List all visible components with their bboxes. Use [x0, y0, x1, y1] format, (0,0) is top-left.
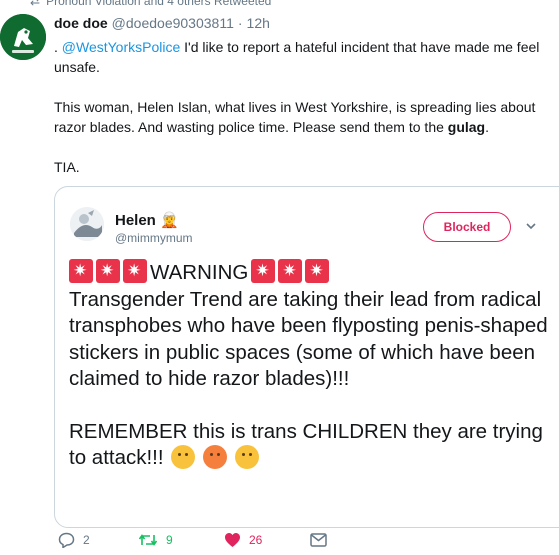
warning-line: WARNING [69, 259, 559, 287]
quoted-name-text: Helen [115, 212, 156, 229]
bold-word: gulag [447, 119, 486, 135]
retweet-icon: ⇄ [30, 0, 41, 8]
tweet-text: . @WestYorksPolice I'd like to report a … [54, 37, 559, 197]
angry-face-icon [202, 445, 227, 469]
siren-icon [278, 259, 303, 283]
tweet-paragraph-2: This woman, Helen Islan, what lives in W… [54, 97, 559, 137]
timestamp[interactable]: 12h [247, 15, 270, 31]
chevron-down-icon[interactable] [525, 220, 537, 232]
retweet-context: ⇄ Pronoun Violation and 4 others Retweet… [30, 0, 271, 8]
warning-text: WARNING [150, 261, 249, 284]
reply-count: 2 [83, 533, 90, 547]
quoted-text: WARNING Transgender Trend are taking the… [69, 259, 559, 472]
heart-icon [225, 533, 240, 547]
quoted-avatar-icon [70, 207, 104, 241]
quoted-display-name[interactable]: Helen 🧝 [115, 211, 179, 229]
quoted-avatar[interactable] [70, 207, 104, 241]
reply-icon [58, 532, 75, 548]
retweet-icon [138, 534, 158, 546]
siren-icon [305, 259, 330, 283]
quoted-body-2-text: REMEMBER this is trans CHILDREN they are… [69, 419, 543, 470]
siren-icon [96, 259, 120, 283]
tweet-paragraph-3: TIA. [54, 159, 80, 175]
person-emoji-icon: 🧝 [160, 212, 179, 229]
worried-face-icon [171, 445, 196, 469]
quoted-body-2: REMEMBER this is trans CHILDREN they are… [69, 419, 559, 472]
tweet-prefix: . [54, 39, 58, 55]
tweet-actions: 2 9 26 [58, 530, 327, 550]
siren-icon [251, 259, 276, 283]
envelope-icon [310, 533, 327, 547]
direct-message-button[interactable] [310, 533, 327, 547]
display-name[interactable]: doe doe [54, 15, 108, 31]
mention-link[interactable]: @WestYorksPolice [62, 39, 180, 55]
quoted-tweet[interactable]: Helen 🧝 @mimmymum Blocked WARNING Transg… [54, 186, 559, 528]
retweet-context-text[interactable]: Pronoun Violation and 4 others Retweeted [46, 0, 271, 8]
siren-icon [123, 259, 147, 283]
quoted-body-1: Transgender Trend are taking their lead … [69, 287, 548, 391]
avatar-logo-icon [0, 14, 46, 60]
separator: · [237, 15, 243, 31]
blocked-button[interactable]: Blocked [423, 212, 511, 242]
reply-button[interactable]: 2 [58, 532, 138, 548]
avatar[interactable] [0, 14, 46, 60]
siren-icon [69, 259, 93, 283]
like-button[interactable]: 26 [224, 532, 310, 548]
user-handle[interactable]: @doedoe90303811 [112, 15, 234, 31]
unamused-face-icon [234, 445, 259, 469]
tweet-paragraph-1: . @WestYorksPolice I'd like to report a … [54, 37, 559, 77]
quoted-handle[interactable]: @mimmymum [115, 231, 193, 245]
retweet-count: 9 [166, 533, 173, 547]
tweet-header: doe doe @doedoe90303811 · 12h [54, 15, 270, 31]
tweet-para2-end: . [485, 119, 490, 135]
retweet-button[interactable]: 9 [138, 532, 224, 548]
like-count: 26 [249, 533, 263, 547]
